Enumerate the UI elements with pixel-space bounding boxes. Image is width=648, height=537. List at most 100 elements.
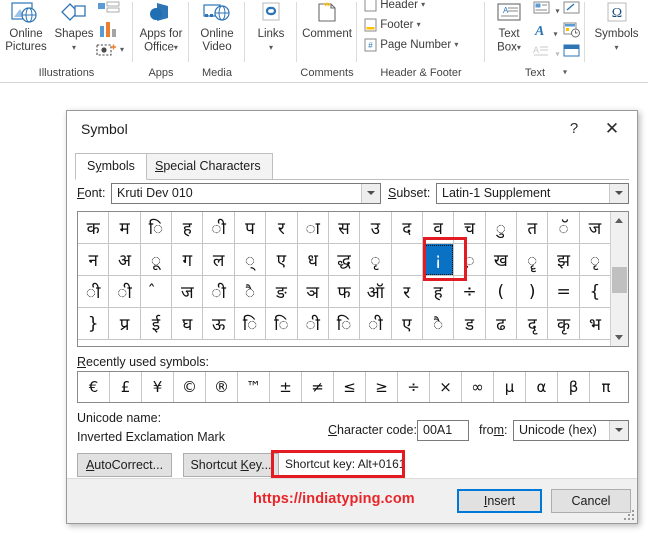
chevron-down-icon[interactable]: ▾	[454, 40, 458, 49]
ribbon-button-links[interactable]: Links ▾	[247, 2, 295, 54]
chevron-down-icon[interactable]: ▾	[587, 41, 646, 54]
ribbon-button-page-number[interactable]: # Page Number ▾	[364, 38, 458, 52]
symbol-cell[interactable]: ङ	[266, 276, 298, 308]
symbol-cell[interactable]: र	[266, 212, 298, 244]
chevron-down-icon[interactable]: ▾	[517, 43, 521, 52]
symbol-cell[interactable]: ़	[454, 244, 486, 276]
ribbon-button-apps-for-office[interactable]: Apps for Office▾	[136, 2, 186, 55]
chevron-down-icon[interactable]: ▾	[120, 45, 124, 54]
symbol-cell[interactable]: च	[454, 212, 486, 244]
ribbon-button-text-box[interactable]: A Text Box▾	[487, 2, 531, 55]
recent-symbol-cell[interactable]: ÷	[398, 372, 430, 402]
symbol-cell[interactable]: न	[78, 244, 110, 276]
dialog-titlebar[interactable]: Symbol ? ✕	[67, 111, 637, 150]
tab-special-characters[interactable]: Special Characters	[143, 153, 273, 179]
recent-symbol-cell[interactable]: ≠	[302, 372, 334, 402]
symbol-cell[interactable]: झ	[548, 244, 580, 276]
symbol-cell-selected[interactable]: ¡	[422, 244, 455, 276]
recent-symbol-cell[interactable]: β	[558, 372, 590, 402]
symbol-cell[interactable]: ा	[297, 212, 329, 244]
symbol-cell[interactable]: ञ	[297, 276, 329, 308]
chevron-down-icon[interactable]: ▾	[421, 0, 425, 9]
symbol-cell[interactable]: {	[579, 276, 611, 308]
symbol-cell[interactable]: भ	[579, 308, 611, 340]
ribbon-button-drop-cap[interactable]: A ▾	[533, 44, 559, 63]
chevron-down-icon[interactable]	[361, 184, 380, 203]
symbol-cell[interactable]: ि	[328, 308, 361, 340]
scroll-up-button[interactable]	[611, 212, 628, 229]
character-code-input[interactable]: 00A1	[417, 420, 469, 441]
recent-symbol-cell[interactable]: €	[78, 372, 110, 402]
ribbon-button-header[interactable]: Header ▾	[364, 0, 425, 12]
symbol-cell[interactable]: ॅ	[548, 212, 580, 244]
ribbon-button-date-time[interactable]	[563, 22, 581, 43]
symbol-cell[interactable]: =	[548, 276, 580, 308]
recently-used-symbols[interactable]: € £ ¥ © ® ™ ± ≠ ≤ ≥ ÷ × ∞ µ α β π	[77, 371, 629, 403]
close-button[interactable]: ✕	[597, 115, 627, 143]
symbol-cell[interactable]: ए	[391, 308, 423, 340]
symbol-cell[interactable]: ह	[422, 276, 455, 308]
symbol-cell[interactable]: ू	[140, 244, 173, 276]
symbol-cell[interactable]: ि	[234, 308, 267, 340]
symbol-cell[interactable]: द	[391, 212, 423, 244]
ribbon-button-shapes[interactable]: Shapes ▾	[52, 2, 96, 55]
symbol-cell[interactable]: घ	[172, 308, 204, 340]
chevron-down-icon[interactable]: ▾	[247, 41, 295, 54]
symbol-cell[interactable]: त	[517, 212, 549, 244]
symbol-cell[interactable]: ज	[172, 276, 204, 308]
recent-symbol-cell[interactable]: ™	[238, 372, 270, 402]
subset-combobox[interactable]: Latin-1 Supplement	[436, 183, 629, 204]
recent-symbol-cell[interactable]: ©	[174, 372, 206, 402]
help-button[interactable]: ?	[559, 115, 589, 143]
ribbon-button-screenshot[interactable]: ▾	[96, 42, 124, 63]
symbol-cell[interactable]: ी	[360, 308, 392, 340]
symbol-cell[interactable]: ृ	[360, 244, 392, 276]
font-combobox[interactable]: Kruti Dev 010	[111, 183, 381, 204]
autocorrect-button[interactable]: AutoCorrect...	[77, 453, 172, 477]
symbol-cell[interactable]: ̂	[140, 276, 173, 308]
ribbon-button-footer[interactable]: Footer ▾	[364, 18, 421, 32]
symbol-cell[interactable]: }	[78, 308, 110, 340]
symbol-cell[interactable]: अ	[109, 244, 141, 276]
ribbon-button-chart[interactable]	[98, 20, 120, 43]
chevron-down-icon[interactable]	[609, 184, 628, 203]
symbol-cell[interactable]: ए	[266, 244, 298, 276]
symbol-cell[interactable]: ु	[485, 212, 518, 244]
resize-grip[interactable]	[623, 509, 635, 521]
ribbon-button-wordart[interactable]: A ▾	[533, 22, 557, 43]
shortcut-key-button[interactable]: Shortcut Key...	[183, 453, 279, 477]
symbol-cell[interactable]: र	[391, 276, 423, 308]
symbol-cell[interactable]: ज	[579, 212, 611, 244]
recent-symbol-cell[interactable]: ×	[430, 372, 462, 402]
chevron-down-icon[interactable]: ▾	[72, 43, 76, 52]
symbol-cell[interactable]: ी	[203, 276, 235, 308]
chevron-down-icon[interactable]: ▾	[553, 29, 557, 38]
symbol-cell[interactable]: उ	[360, 212, 392, 244]
ribbon-button-quick-parts[interactable]: ▾	[533, 1, 559, 20]
symbol-cell[interactable]: द्ध	[328, 244, 361, 276]
symbol-cell[interactable]: दृ	[517, 308, 549, 340]
symbol-cell[interactable]: व	[422, 212, 455, 244]
chevron-down-icon[interactable]: ▾	[174, 43, 178, 52]
ribbon-button-online-video[interactable]: Online Video	[192, 2, 242, 54]
ribbon-button-comment[interactable]: Comment	[299, 2, 355, 41]
symbol-cell[interactable]: ी	[78, 276, 110, 308]
symbol-cell[interactable]: ह	[172, 212, 204, 244]
symbol-cell[interactable]: ड	[454, 308, 486, 340]
symbol-cell[interactable]: ॄ	[517, 244, 549, 276]
symbol-cell[interactable]: ल	[203, 244, 235, 276]
recent-symbol-cell[interactable]: ¥	[142, 372, 174, 402]
symbol-cell[interactable]: फ	[328, 276, 361, 308]
symbol-cell[interactable]: ी	[203, 212, 235, 244]
ribbon-button-symbols[interactable]: Ω Symbols ▾	[587, 2, 646, 54]
symbol-cell[interactable]: ि	[140, 212, 173, 244]
symbol-grid[interactable]: कमिहीपरासउदवचुतॅजनअूगल्एधद्धृ ¡़खॄझृीी̂ज…	[78, 212, 611, 346]
ribbon-button-online-pictures[interactable]: Online Pictures	[2, 2, 50, 54]
chevron-down-icon[interactable]: ▾	[555, 6, 559, 15]
insert-button[interactable]: Insert	[457, 489, 542, 513]
recent-symbol-cell[interactable]: ≤	[334, 372, 366, 402]
recent-symbol-cell[interactable]: ±	[270, 372, 302, 402]
ribbon-button-smartart[interactable]	[98, 1, 120, 22]
recent-symbol-cell[interactable]: µ	[494, 372, 526, 402]
symbol-cell[interactable]: कृ	[548, 308, 580, 340]
